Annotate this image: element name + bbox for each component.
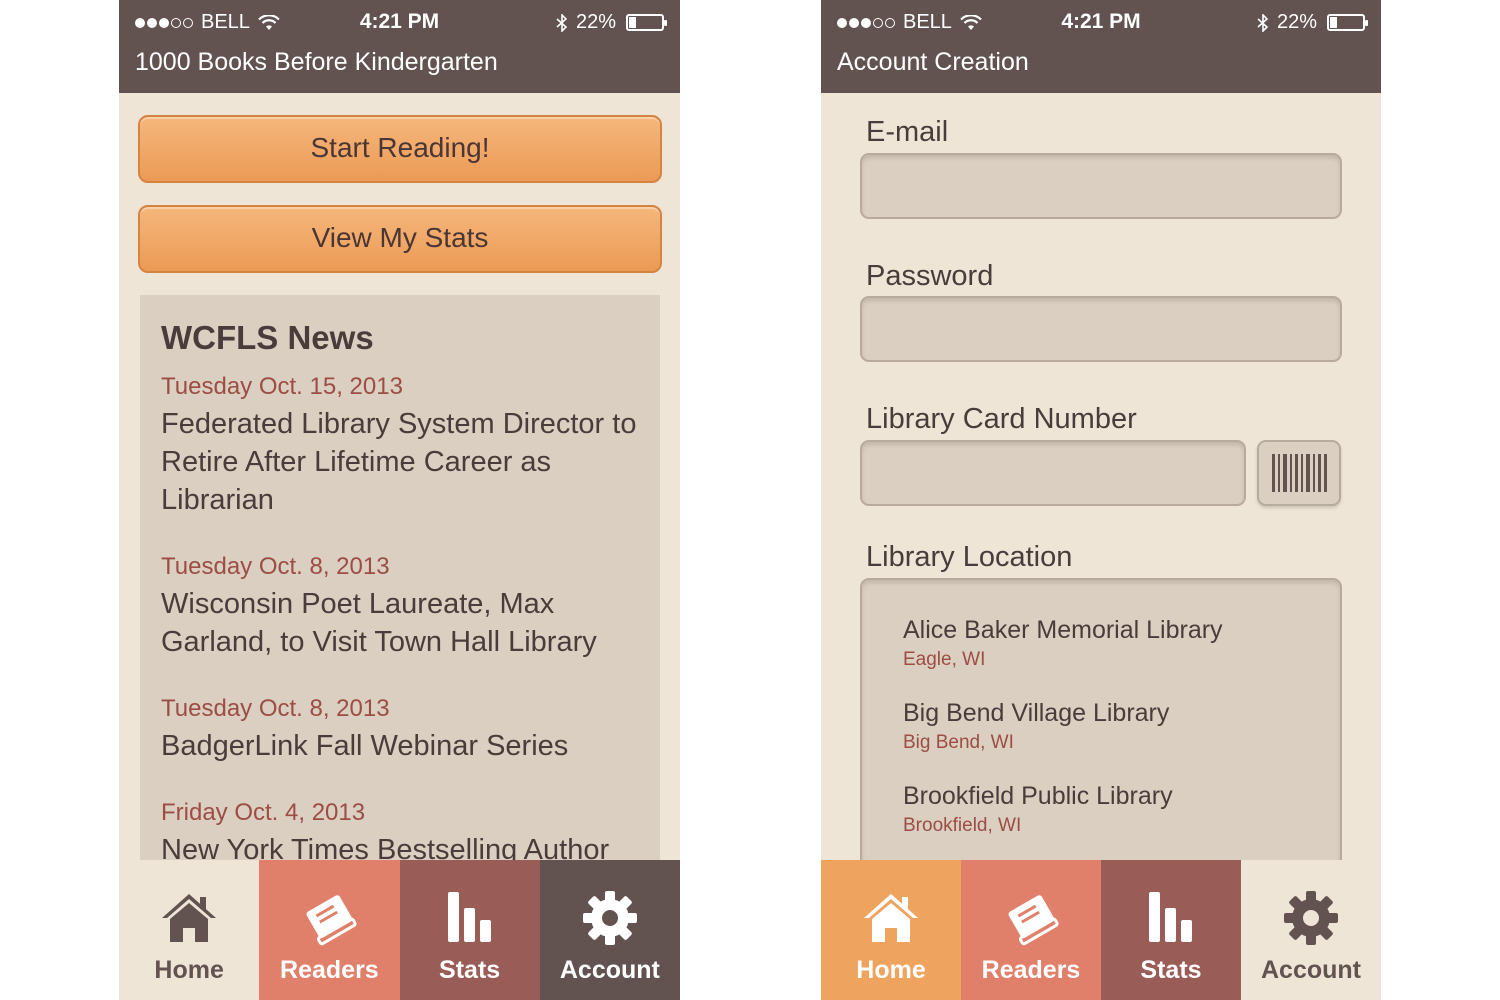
location-city: Big Bend, WI [903,732,1014,753]
tab-home[interactable]: Home [119,860,260,1000]
book-icon [1008,895,1059,946]
battery-icon [626,14,667,31]
battery-percent: 22% [575,11,616,33]
tab-label: Account [559,956,660,984]
tab-label: Home [154,956,224,984]
location-name: Big Bend Village Library [903,699,1170,727]
location-label: Library Location [866,541,1073,573]
bar-chart-icon [1149,892,1192,942]
tab-home[interactable]: Home [821,860,961,1000]
home-icon [864,894,918,942]
password-field[interactable] [860,296,1342,362]
news-item[interactable]: Tuesday Oct. 15, 2013 Federated Library … [161,373,660,519]
bar-chart-icon [447,892,491,942]
news-item[interactable]: Tuesday Oct. 8, 2013 BadgerLink Fall Web… [161,695,660,765]
gear-icon [582,891,637,945]
news-date: Tuesday Oct. 8, 2013 [161,695,390,722]
location-name: Brookfield Public Library [903,782,1173,810]
tab-label: Stats [439,956,501,984]
news-item[interactable]: Friday Oct. 4, 2013 New York Times Bests… [161,799,660,860]
news-headline[interactable]: New York Times Bestselling Author [161,831,651,860]
tab-bar: Home Readers Stats Account [119,860,680,1000]
page-title: Account Creation [837,48,1029,76]
bluetooth-icon [556,13,568,32]
news-headline[interactable]: Wisconsin Poet Laureate, Max Garland, to… [161,585,651,661]
location-city: Eagle, WI [903,649,986,670]
account-creation-screen: BELL 4:21 PM 22% Account Creation E-mail… [821,0,1381,1000]
news-headline[interactable]: BadgerLink Fall Webinar Series [161,727,651,765]
gear-icon [1284,891,1338,945]
location-option[interactable]: Alice Baker Memorial Library Eagle, WI [903,616,1340,671]
email-field[interactable] [860,153,1342,219]
app-header: BELL 4:21 PM 22% Account Creation [821,0,1381,93]
news-item[interactable]: Tuesday Oct. 8, 2013 Wisconsin Poet Laur… [161,553,660,661]
tab-readers[interactable]: Readers [259,860,400,1000]
tab-account[interactable]: Account [539,860,680,1000]
tab-label: Readers [981,956,1081,984]
news-date: Friday Oct. 4, 2013 [161,799,366,826]
location-name: Alice Baker Memorial Library [903,616,1223,644]
tab-account[interactable]: Account [1241,860,1381,1000]
card-number-field[interactable] [860,440,1246,506]
page-title: 1000 Books Before Kindergarten [135,48,498,76]
email-label: E-mail [866,116,949,148]
tab-bar: Home Readers Stats Account [821,860,1381,1000]
location-list[interactable]: Alice Baker Memorial Library Eagle, WI B… [860,578,1342,878]
tab-stats[interactable]: Stats [1101,860,1241,1000]
location-city: Brookfield, WI [903,815,1022,836]
status-bar: BELL 4:21 PM 22% [821,0,1381,44]
app-header: BELL 4:21 PM 22% 1000 Books Before Kinde… [119,0,680,93]
news-date: Tuesday Oct. 15, 2013 [161,373,403,400]
tab-label: Stats [1140,956,1202,984]
news-date: Tuesday Oct. 8, 2013 [161,553,390,580]
password-label: Password [866,260,994,292]
scan-barcode-button[interactable] [1257,440,1341,506]
home-screen: BELL 4:21 PM 22% 1000 Books Before Kinde… [119,0,680,1000]
tab-readers[interactable]: Readers [961,860,1101,1000]
news-panel[interactable]: WCFLS News Tuesday Oct. 15, 2013 Federat… [140,295,660,860]
tab-label: Account [1261,956,1361,984]
barcode-icon [1272,454,1327,492]
location-option[interactable]: Brookfield Public Library Brookfield, WI [903,782,1340,837]
home-icon [162,894,217,942]
view-stats-button[interactable]: View My Stats [138,205,662,273]
news-headline[interactable]: Federated Library System Director to Ret… [161,405,651,519]
location-option[interactable]: Big Bend Village Library Big Bend, WI [903,699,1340,754]
tab-stats[interactable]: Stats [399,860,540,1000]
news-heading: WCFLS News [161,319,374,356]
battery-icon [1327,14,1368,31]
book-icon [306,895,357,946]
tab-label: Home [856,956,926,984]
card-number-label: Library Card Number [866,403,1137,435]
battery-percent: 22% [1276,11,1317,33]
bluetooth-icon [1257,13,1269,32]
start-reading-button[interactable]: Start Reading! [138,115,662,183]
tab-label: Readers [280,956,379,984]
status-bar: BELL 4:21 PM 22% [119,0,680,44]
